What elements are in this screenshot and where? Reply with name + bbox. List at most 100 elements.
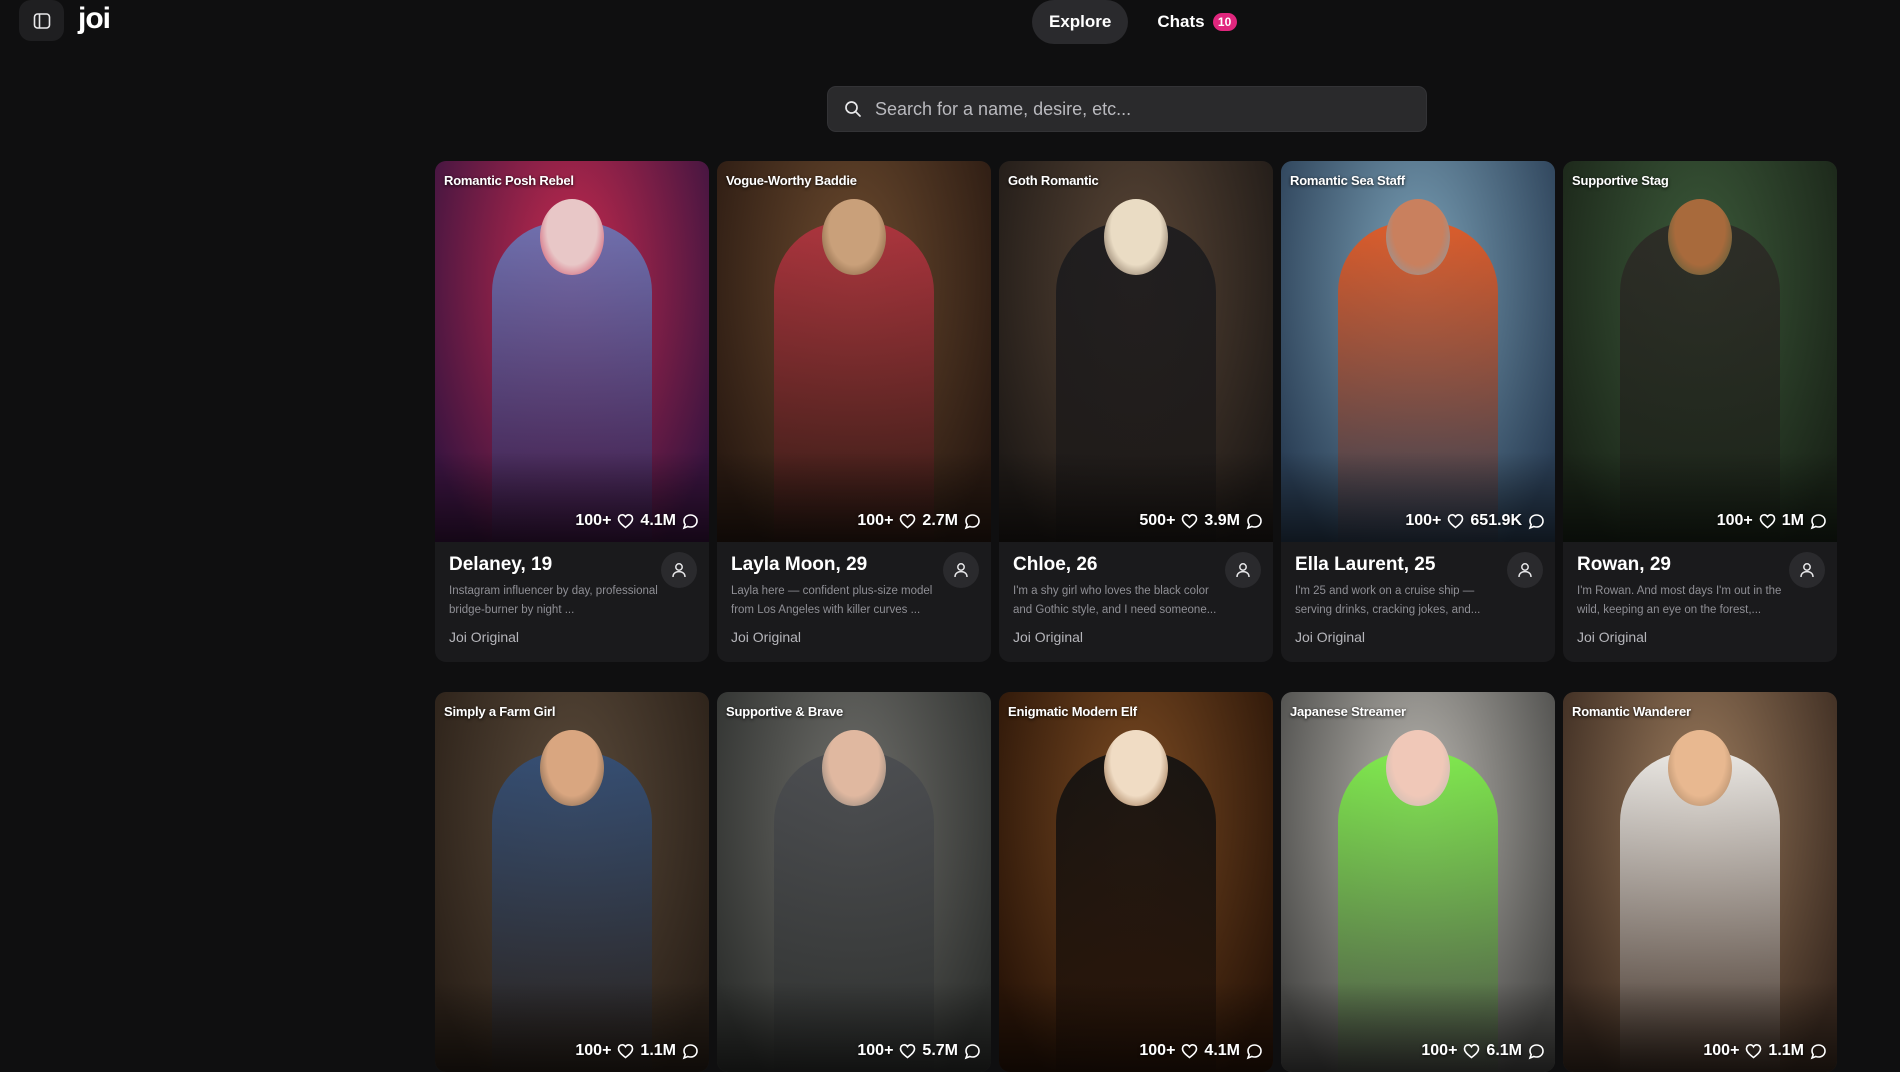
character-origin: Joi Original	[449, 629, 520, 645]
character-card[interactable]: Simply a Farm Girl 100+ 1.1M	[435, 692, 709, 1072]
likes-count: 100+	[1421, 1042, 1458, 1059]
character-tagline: Supportive Stag	[1572, 173, 1669, 188]
card-stats: 100+ 2.7M	[857, 512, 981, 530]
character-card[interactable]: Romantic Wanderer 100+ 1.1M	[1563, 692, 1837, 1072]
character-image[interactable]: Romantic Posh Rebel 100+ 4.1M	[435, 161, 709, 542]
view-profile-button[interactable]	[943, 552, 979, 588]
character-name: Layla Moon, 29	[731, 554, 868, 575]
character-tagline: Simply a Farm Girl	[444, 704, 556, 719]
chat-icon	[1246, 513, 1262, 529]
character-image[interactable]: Supportive Stag 100+ 1M	[1563, 161, 1837, 542]
character-tagline: Japanese Streamer	[1290, 704, 1406, 719]
search-icon	[845, 101, 861, 117]
likes-count: 100+	[1716, 512, 1753, 529]
chat-icon	[1810, 1043, 1826, 1059]
heart-icon	[1182, 513, 1198, 529]
heart-icon	[1746, 1043, 1762, 1059]
character-image[interactable]: Romantic Wanderer 100+ 1.1M	[1563, 692, 1837, 1072]
chat-icon	[682, 1043, 698, 1059]
card-info: Chloe, 26 I'm a shy girl who loves the b…	[999, 542, 1273, 662]
chats-count: 3.9M	[1204, 512, 1240, 529]
likes-count: 100+	[1703, 1042, 1740, 1059]
character-image[interactable]: Japanese Streamer 100+ 6.1M	[1281, 692, 1555, 1072]
chats-count: 1.1M	[640, 1042, 676, 1059]
chats-count: 6.1M	[1486, 1042, 1522, 1059]
character-name: Delaney, 19	[449, 554, 553, 575]
character-tagline: Supportive & Brave	[726, 704, 844, 719]
chat-icon	[1246, 1043, 1262, 1059]
character-card[interactable]: Vogue-Worthy Baddie 100+ 2.7M Layla Moon…	[717, 161, 991, 662]
character-origin: Joi Original	[1013, 629, 1084, 645]
likes-count: 100+	[857, 1042, 894, 1059]
chats-count: 4.1M	[640, 512, 676, 529]
chats-count: 1M	[1781, 512, 1804, 529]
character-origin: Joi Original	[731, 629, 802, 645]
character-description: Layla here — confident plus-size model f…	[731, 585, 933, 616]
character-image[interactable]: Vogue-Worthy Baddie 100+ 2.7M	[717, 161, 991, 542]
character-name: Rowan, 29	[1577, 554, 1671, 575]
chat-icon	[682, 513, 698, 529]
character-card[interactable]: Japanese Streamer 100+ 6.1M	[1281, 692, 1555, 1072]
character-grid: Romantic Posh Rebel 100+ 4.1M Delaney, 1…	[435, 161, 1839, 1072]
heart-icon	[900, 1043, 916, 1059]
likes-count: 100+	[1405, 512, 1442, 529]
main-tabs: Explore Chats 10	[1032, 0, 1254, 44]
profile-icon	[1518, 563, 1532, 578]
chats-count: 5.7M	[922, 1042, 958, 1059]
view-profile-button[interactable]	[1789, 552, 1825, 588]
card-stats: 100+ 6.1M	[1421, 1042, 1545, 1060]
character-origin: Joi Original	[1577, 629, 1648, 645]
character-description: I'm 25 and work on a cruise ship — servi…	[1295, 585, 1481, 616]
character-card[interactable]: Supportive & Brave 100+ 5.7M	[717, 692, 991, 1072]
character-tagline: Goth Romantic	[1008, 173, 1099, 188]
card-info: Layla Moon, 29 Layla here — confident pl…	[717, 542, 991, 662]
heart-icon	[1464, 1043, 1480, 1059]
profile-icon	[954, 563, 968, 578]
card-stats: 100+ 4.1M	[575, 512, 699, 530]
card-info: Rowan, 29 I'm Rowan. And most days I'm o…	[1563, 542, 1837, 662]
character-card[interactable]: Supportive Stag 100+ 1M Rowan, 29 I'm Ro…	[1563, 161, 1837, 662]
card-info: Delaney, 19 Instagram influencer by day,…	[435, 542, 709, 662]
character-card[interactable]: Goth Romantic 500+ 3.9M Chloe, 26 I'm a …	[999, 161, 1273, 662]
card-stats: 100+ 4.1M	[1139, 1042, 1263, 1060]
character-card[interactable]: Enigmatic Modern Elf 100+ 4.1M	[999, 692, 1273, 1072]
character-image[interactable]: Simply a Farm Girl 100+ 1.1M	[435, 692, 709, 1072]
chat-icon	[1528, 1043, 1544, 1059]
sidebar-icon	[33, 12, 50, 29]
likes-count: 100+	[1139, 1042, 1176, 1059]
character-description: I'm Rowan. And most days I'm out in the …	[1577, 585, 1782, 616]
view-profile-button[interactable]	[661, 552, 697, 588]
chats-count: 1.1M	[1768, 1042, 1804, 1059]
chats-count: 4.1M	[1204, 1042, 1240, 1059]
character-image[interactable]: Goth Romantic 500+ 3.9M	[999, 161, 1273, 542]
search-input[interactable]	[875, 98, 1426, 120]
tab-chats-label: Chats	[1157, 12, 1205, 31]
character-name: Ella Laurent, 25	[1295, 554, 1436, 575]
character-image[interactable]: Romantic Sea Staff 100+ 651.9K	[1281, 161, 1555, 542]
character-tagline: Romantic Sea Staff	[1290, 173, 1405, 188]
view-profile-button[interactable]	[1225, 552, 1261, 588]
card-info: Ella Laurent, 25 I'm 25 and work on a cr…	[1281, 542, 1555, 662]
chat-icon	[964, 513, 980, 529]
search-bar	[827, 86, 1427, 132]
view-profile-button[interactable]	[1507, 552, 1543, 588]
likes-count: 100+	[575, 512, 612, 529]
heart-icon	[900, 513, 916, 529]
heart-icon	[618, 513, 634, 529]
chat-icon	[1810, 513, 1826, 529]
chat-icon	[1528, 513, 1544, 529]
heart-icon	[1759, 513, 1776, 529]
tab-explore-label: Explore	[1049, 12, 1112, 31]
character-description: Instagram influencer by day, professiona…	[449, 585, 658, 616]
card-stats: 100+ 5.7M	[857, 1042, 981, 1060]
tab-chats[interactable]: Chats 10	[1140, 0, 1253, 44]
sidebar-toggle-button[interactable]	[19, 0, 64, 41]
tab-explore[interactable]: Explore	[1032, 0, 1129, 44]
character-card[interactable]: Romantic Posh Rebel 100+ 4.1M Delaney, 1…	[435, 161, 709, 662]
character-tagline: Romantic Wanderer	[1572, 704, 1691, 719]
character-image[interactable]: Supportive & Brave 100+ 5.7M	[717, 692, 991, 1072]
character-card[interactable]: Romantic Sea Staff 100+ 651.9K Ella Laur…	[1281, 161, 1555, 662]
character-tagline: Vogue-Worthy Baddie	[726, 173, 857, 188]
app-logo[interactable]: joi	[78, 2, 111, 36]
character-image[interactable]: Enigmatic Modern Elf 100+ 4.1M	[999, 692, 1273, 1072]
